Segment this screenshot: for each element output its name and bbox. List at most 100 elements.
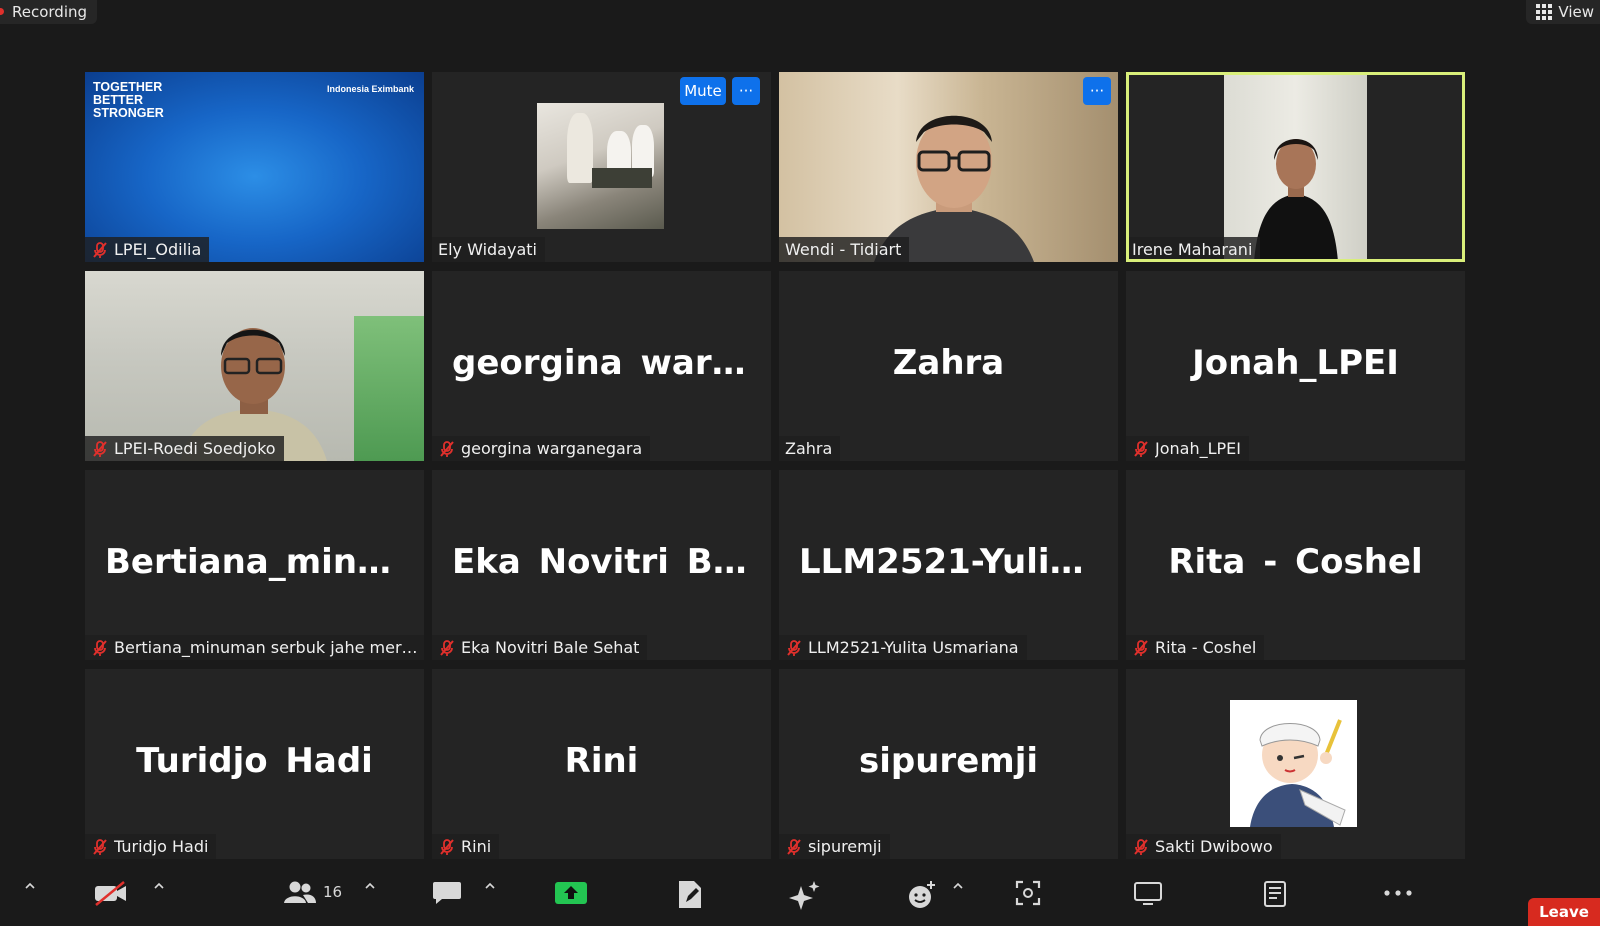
participant-name-label: Bertiana_minuman serbuk jahe merah i... [85,635,424,660]
participants-icon [284,881,316,903]
grid-view-icon [1536,4,1553,20]
chevron-up-icon [365,882,375,889]
participant-tile[interactable]: Eka Novitri Bale... Eka Novitri Bale Seh… [432,470,771,660]
summary-button[interactable] [1263,880,1287,908]
person-silhouette [180,328,327,461]
apps-icon [1015,880,1041,906]
mic-muted-icon [93,241,107,258]
participant-tile[interactable]: Jonah_LPEI Jonah_LPEI [1126,271,1465,461]
participant-display-name: Zahra [892,342,1005,383]
slide-brand: Indonesia Eximbank [326,84,414,94]
participant-name-label: Rita - Coshel [1126,635,1265,660]
chat-icon [433,882,461,904]
share-screen-button[interactable] [554,880,588,906]
start-video-button[interactable] [93,880,129,906]
participant-video [537,103,664,229]
mute-participant-button[interactable]: Mute [680,77,726,105]
participant-tile[interactable]: Bertiana_minum... Bertiana_minuman serbu… [85,470,424,660]
participant-tile[interactable]: TOGETHER BETTER STRONGER Indonesia Eximb… [85,72,424,262]
participants-button[interactable]: 16 [283,880,342,904]
participant-name-label: georgina warganegara [432,436,651,461]
participant-tile[interactable]: Mute ··· Ely Widayati [432,72,771,262]
chat-button[interactable] [432,880,462,906]
chevron-up-icon [953,882,963,889]
participant-tile[interactable]: LLM2521-Yulita... LLM2521-Yulita Usmaria… [779,470,1118,660]
mic-muted-icon [1134,639,1148,656]
reactions-options-chevron[interactable] [952,880,964,892]
participant-name-label: Eka Novitri Bale Sehat [432,635,648,660]
participant-name-label: LPEI-Roedi Soedjoko [85,436,284,461]
chat-options-chevron[interactable] [484,880,496,892]
participant-display-name: Rini [564,740,639,781]
slide-slogan: TOGETHER BETTER STRONGER [93,80,164,120]
participant-video [779,72,1118,262]
emoji-icon [909,881,935,908]
participant-tile[interactable]: Zahra Zahra [779,271,1118,461]
chevron-up-icon [485,882,495,889]
view-button[interactable]: View [1526,0,1600,24]
participant-display-name: georgina warga... [452,342,771,383]
gallery-view: TOGETHER BETTER STRONGER Indonesia Eximb… [85,72,1465,859]
more-button[interactable] [1383,880,1413,906]
mic-muted-icon [440,440,454,457]
participant-tile[interactable]: sipuremji sipuremji [779,669,1118,859]
cartoon-avatar-icon [1250,719,1346,827]
notes-button[interactable] [676,880,704,910]
recording-dot-icon [0,8,4,15]
more-options-button[interactable]: ··· [1083,77,1111,105]
person-silhouette [874,115,1034,262]
mic-muted-icon [440,639,454,656]
participant-name-label: Jonah_LPEI [1126,436,1249,461]
participant-tile[interactable]: LPEI-Roedi Soedjoko [85,271,424,461]
more-options-button[interactable]: ··· [732,77,760,105]
participant-name-label: Sakti Dwibowo [1126,834,1281,859]
meeting-toolbar: 16 [0,862,1600,926]
ai-companion-button[interactable] [788,880,822,912]
participants-options-chevron[interactable] [364,880,376,892]
mic-muted-icon [787,838,801,855]
reactions-button[interactable] [907,880,937,910]
participant-tile-active-speaker[interactable]: Irene Maharani [1126,72,1465,262]
participant-tile[interactable]: Sakti Dwibowo [1126,669,1465,859]
profile-picture [1230,700,1357,827]
participant-name-label: Rini [432,834,500,859]
mic-muted-icon [1134,838,1148,855]
participant-tile[interactable]: Rini Rini [432,669,771,859]
participant-name-label: Zahra [779,436,841,461]
whiteboard-icon [1134,882,1162,905]
participant-tile[interactable]: georgina warga... georgina warganegara [432,271,771,461]
mic-muted-icon [93,639,107,656]
sparkle-icon [789,881,820,910]
participant-display-name: Eka Novitri Bale... [452,541,771,582]
participant-tile[interactable]: ··· Wendi - Tidiart [779,72,1118,262]
participant-name-label: LPEI_Odilia [85,237,210,262]
participant-display-name: Rita - Coshel [1168,541,1423,582]
video-options-chevron[interactable] [153,880,165,892]
participants-count: 16 [323,883,343,901]
participant-video [85,271,424,461]
recording-indicator[interactable]: Recording [0,0,98,24]
leave-meeting-button[interactable]: Leave [1528,898,1600,926]
participant-display-name: Turidjo Hadi [136,740,373,781]
document-list-icon [1264,881,1286,907]
participant-video [1224,72,1367,262]
participant-name-label: Turidjo Hadi [85,834,217,859]
participant-display-name: Jonah_LPEI [1192,342,1399,383]
mic-muted-icon [93,440,107,457]
apps-button[interactable] [1015,880,1041,906]
document-edit-icon [679,881,701,908]
mic-muted-icon [787,639,801,656]
audio-options-chevron[interactable] [24,880,36,892]
mic-muted-icon [1134,440,1148,457]
video-off-icon [95,881,126,906]
participant-name-label: Irene Maharani [1126,237,1261,262]
mic-muted-icon [440,838,454,855]
participant-tile[interactable]: Turidjo Hadi Turidjo Hadi [85,669,424,859]
participant-tile[interactable]: Rita - Coshel Rita - Coshel [1126,470,1465,660]
participant-display-name: sipuremji [859,740,1038,781]
mic-muted-icon [93,838,107,855]
participant-name-label: Wendi - Tidiart [779,237,910,262]
share-screen-icon [555,882,587,904]
whiteboard-button[interactable] [1133,880,1163,906]
view-label: View [1558,3,1594,21]
